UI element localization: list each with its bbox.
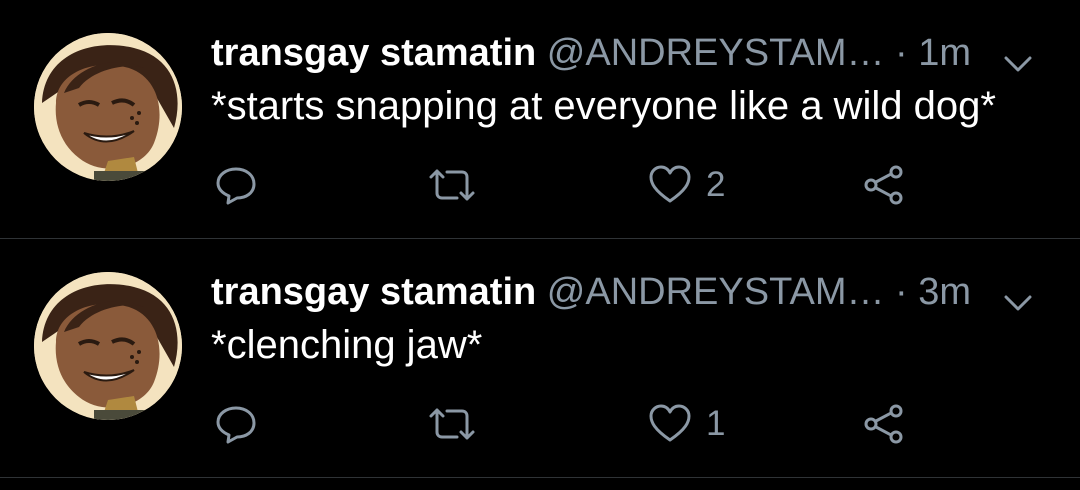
like-count: 2 bbox=[706, 165, 726, 204]
like-button[interactable]: 2 bbox=[648, 160, 725, 210]
avatar[interactable] bbox=[34, 272, 182, 420]
tweet-header: transgay stamatin @ANDREYSTAM… · 1m bbox=[211, 28, 1050, 78]
separator: · bbox=[895, 271, 908, 313]
reply-icon bbox=[214, 163, 258, 207]
chevron-down-icon[interactable] bbox=[1001, 40, 1035, 72]
tweet-header: transgay stamatin @ANDREYSTAM… · 3m bbox=[211, 267, 1050, 317]
share-icon bbox=[862, 163, 908, 207]
avatar[interactable] bbox=[34, 33, 182, 181]
tweet-actions: 2 bbox=[0, 160, 1080, 210]
retweet-icon bbox=[425, 402, 479, 446]
retweet-button[interactable] bbox=[425, 160, 479, 210]
separator: · bbox=[895, 32, 908, 74]
reply-icon bbox=[214, 402, 258, 446]
user-handle[interactable]: @ANDREYSTAM… bbox=[547, 32, 885, 74]
tweet-text: *clenching jaw* bbox=[211, 323, 483, 367]
tweet[interactable]: transgay stamatin @ANDREYSTAM… · 1m *sta… bbox=[0, 0, 1080, 239]
like-count: 1 bbox=[706, 404, 726, 443]
tweet-actions: 1 bbox=[0, 399, 1080, 449]
timestamp[interactable]: 1m bbox=[918, 32, 971, 74]
share-button[interactable] bbox=[862, 399, 908, 449]
avatar-illustration bbox=[34, 272, 182, 420]
reply-button[interactable] bbox=[214, 160, 258, 210]
tweet-text: *starts snapping at everyone like a wild… bbox=[211, 84, 996, 128]
user-handle[interactable]: @ANDREYSTAM… bbox=[547, 271, 885, 313]
timestamp[interactable]: 3m bbox=[918, 271, 971, 313]
display-name[interactable]: transgay stamatin bbox=[211, 271, 536, 313]
chevron-down-icon[interactable] bbox=[1001, 279, 1035, 311]
heart-icon bbox=[648, 163, 692, 207]
display-name[interactable]: transgay stamatin bbox=[211, 32, 536, 74]
like-button[interactable]: 1 bbox=[648, 399, 725, 449]
tweet[interactable]: transgay stamatin @ANDREYSTAM… · 3m *cle… bbox=[0, 239, 1080, 478]
retweet-button[interactable] bbox=[425, 399, 479, 449]
share-button[interactable] bbox=[862, 160, 908, 210]
reply-button[interactable] bbox=[214, 399, 258, 449]
avatar-illustration bbox=[34, 33, 182, 181]
share-icon bbox=[862, 402, 908, 446]
retweet-icon bbox=[425, 163, 479, 207]
heart-icon bbox=[648, 402, 692, 446]
